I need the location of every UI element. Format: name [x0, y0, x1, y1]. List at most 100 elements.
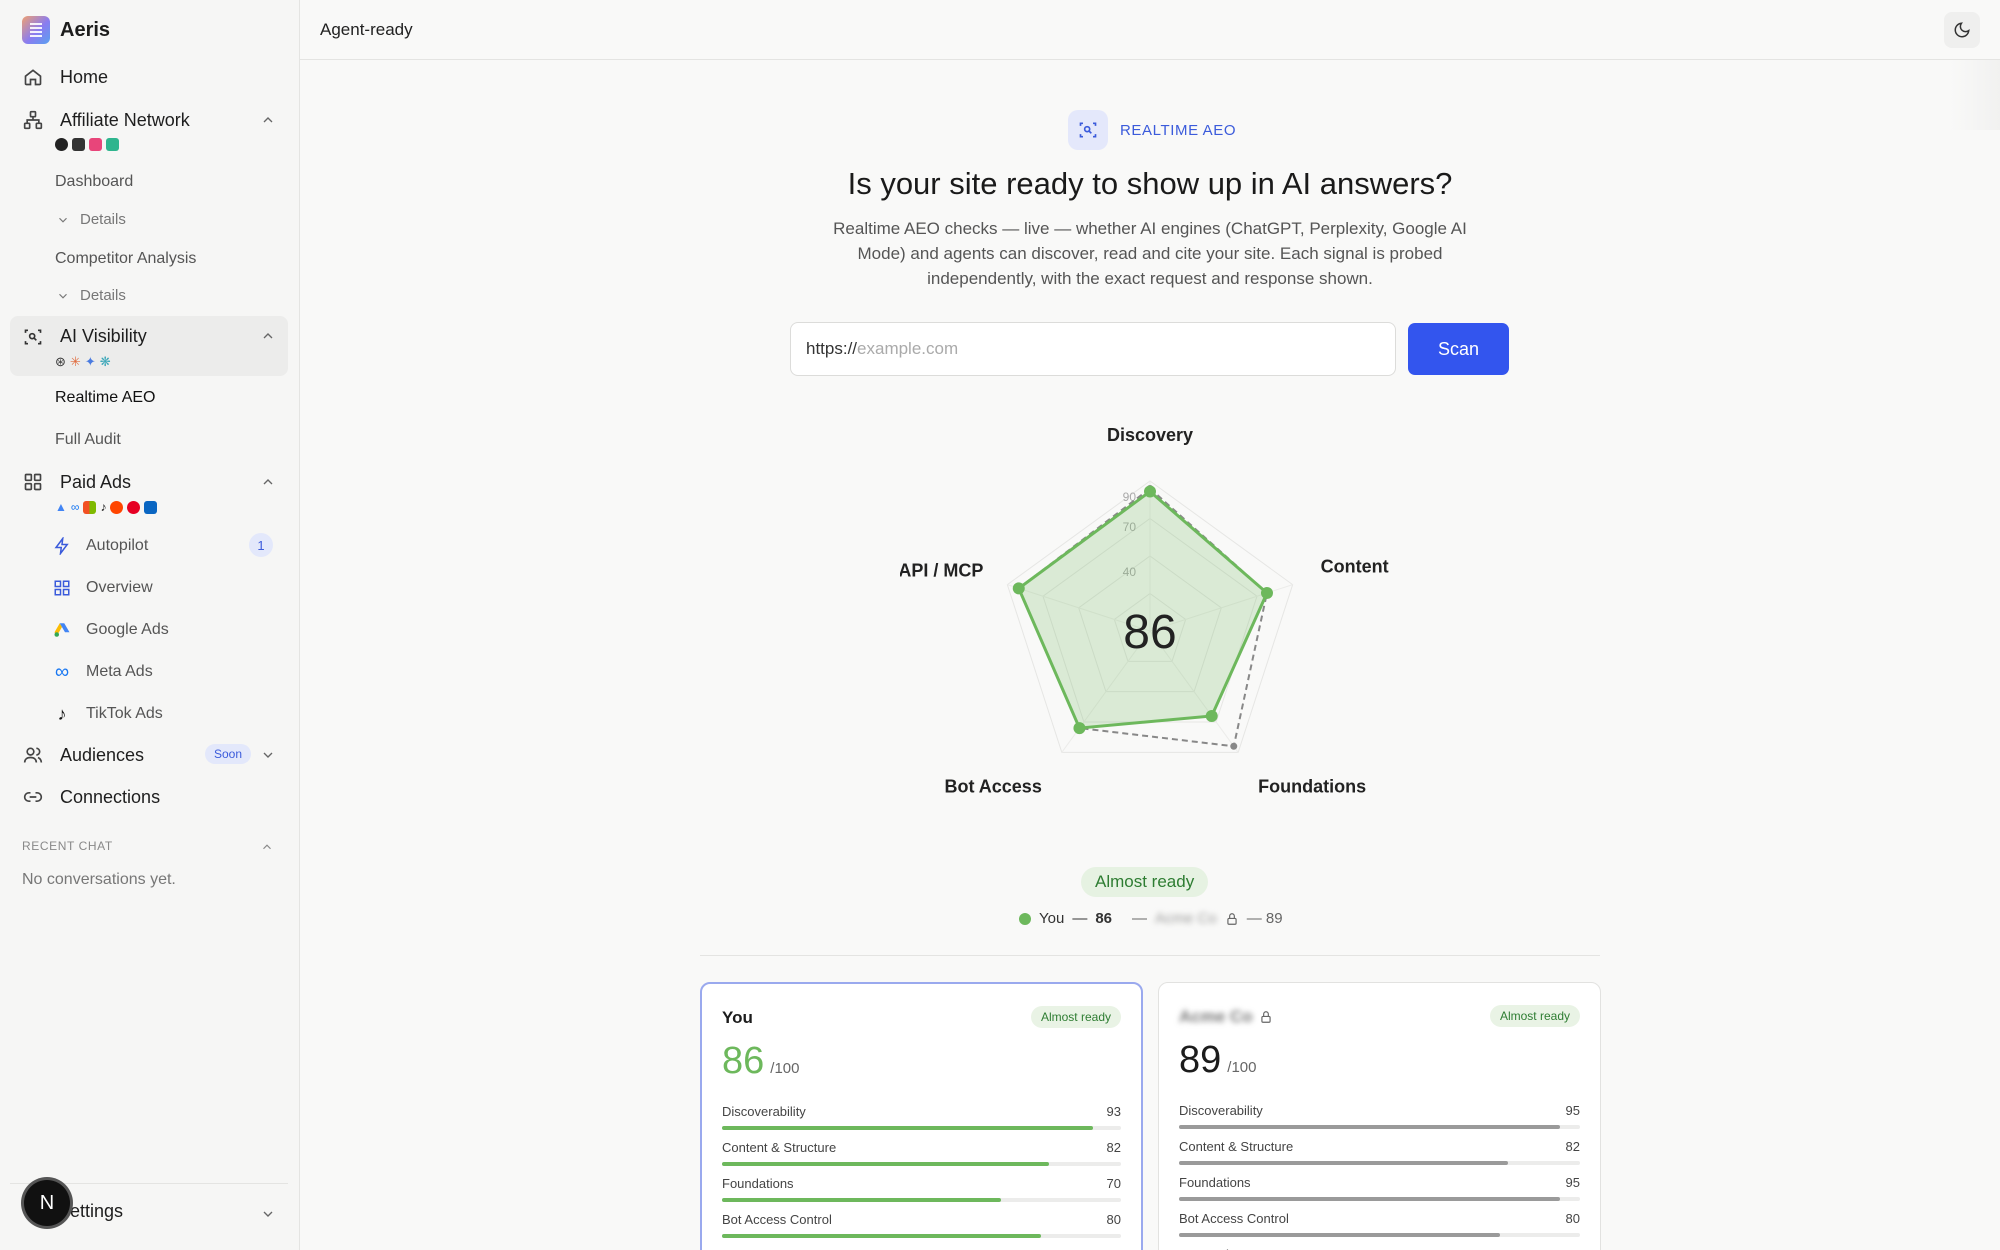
card-name-text: You [722, 1008, 753, 1027]
card-name-text: Acme Co [1179, 1007, 1253, 1026]
metric-label: Discoverability [1179, 1103, 1263, 1118]
metric-row: Foundations 95 [1179, 1175, 1580, 1201]
theme-toggle-button[interactable] [1944, 12, 1980, 48]
sidebar-item-label: AI Visibility [60, 326, 147, 346]
metric-value: 80 [1565, 1211, 1580, 1226]
metric-value: 93 [1106, 1104, 1121, 1119]
score-out-of: /100 [770, 1060, 800, 1077]
sidebar-details-toggle[interactable]: Details [56, 287, 126, 304]
score-value: 89 [1179, 1039, 1222, 1081]
metric-label: Foundations [1179, 1175, 1251, 1190]
sidebar-subitem-meta-ads[interactable]: ∞ Meta Ads [52, 660, 153, 684]
metric-row: Content & Structure 82 [1179, 1139, 1580, 1165]
chevron-up-icon[interactable] [260, 840, 274, 854]
metric-row: Discoverability 93 [722, 1104, 1121, 1130]
score-card-you[interactable]: You Almost ready 86 /100 Discoverability… [700, 982, 1143, 1250]
sidebar-item-label: Paid Ads [60, 471, 132, 492]
scan-button[interactable]: Scan [1408, 323, 1509, 375]
sidebar: Aeris Home Affiliate Network Dashboard D… [0, 0, 300, 1250]
score-out-of: /100 [1227, 1059, 1257, 1076]
microsoft-icon [83, 500, 97, 514]
metric-label: Content & Structure [1179, 1139, 1294, 1154]
score-card-competitor[interactable]: Acme Co Almost ready 89 /100 Discoverabi… [1158, 982, 1601, 1250]
radar-axis-label: Bot Access [944, 776, 1041, 796]
url-input[interactable]: https:// example.com [790, 322, 1396, 376]
chevron-up-icon[interactable] [260, 474, 276, 490]
page-title: Agent-ready [320, 20, 413, 39]
metric-bar-track [722, 1126, 1121, 1130]
metric-bar-track [722, 1234, 1121, 1238]
hero-title: Is your site ready to show up in AI answ… [847, 166, 1453, 201]
details-label: Details [80, 211, 126, 228]
sidebar-subitem-overview[interactable]: Overview [52, 576, 153, 600]
sidebar-details-toggle[interactable]: Details [56, 211, 126, 228]
autopilot-count-badge: 1 [249, 533, 273, 557]
google-ads-icon [52, 620, 72, 640]
chevron-down-icon [59, 293, 67, 299]
metric-value: 82 [1565, 1139, 1580, 1154]
ai-engine-logos: ⊛ ✳ ✦ ❋ [55, 354, 111, 370]
metric-bar-fill [722, 1126, 1094, 1130]
metric-bar-track [1179, 1125, 1580, 1129]
metric-row: Content & Structure 82 [722, 1140, 1121, 1166]
chevron-down-icon[interactable] [260, 747, 276, 763]
score-legend: You — 86 — Acme Co — 89 [1019, 910, 1283, 927]
sidebar-subitem-competitor-analysis[interactable]: Competitor Analysis [55, 250, 196, 268]
metric-value: 80 [1106, 1212, 1121, 1227]
sidebar-item-paid-ads[interactable]: Paid Ads [10, 467, 288, 497]
ad-platform-logos: ▲ ∞ ♪ [55, 500, 158, 514]
chevron-up-icon[interactable] [260, 328, 276, 344]
metric-value: 70 [1106, 1176, 1121, 1191]
sidebar-subitem-realtime-aeo[interactable]: Realtime AEO [55, 389, 155, 407]
dev-tools-button[interactable]: N [24, 1180, 70, 1226]
radar-axis-label: Foundations [1258, 776, 1366, 796]
divider [700, 955, 1600, 956]
sidebar-subitem-autopilot[interactable]: Autopilot [52, 534, 282, 558]
metric-value: 95 [1565, 1175, 1580, 1190]
sidebar-item-affiliate-network[interactable]: Affiliate Network [10, 105, 288, 135]
metric-bar-track [1179, 1233, 1580, 1237]
sidebar-item-home[interactable]: Home [10, 62, 288, 92]
brand[interactable]: Aeris [22, 16, 110, 44]
network-logo-icon [55, 138, 68, 151]
metric-bar-fill [722, 1198, 1002, 1202]
scan-icon [1068, 110, 1108, 150]
metric-label: Discoverability [722, 1104, 806, 1119]
network-logo-icon [89, 138, 102, 151]
perplexity-icon: ❋ [99, 354, 111, 369]
gemini-icon: ✦ [84, 354, 96, 369]
sidebar-subitem-dashboard[interactable]: Dashboard [55, 173, 133, 191]
radar-point-you [1012, 582, 1025, 595]
lock-icon [1227, 912, 1237, 925]
sidebar-subitem-full-audit[interactable]: Full Audit [55, 431, 121, 449]
url-prefix: https:// [806, 339, 858, 358]
sidebar-item-label: Google Ads [86, 621, 169, 638]
hero-tag: REALTIME AEO [1068, 110, 1236, 150]
radar-axis-label: API / MCP [900, 561, 983, 581]
chevron-down-icon[interactable] [260, 1206, 276, 1222]
sidebar-subitem-google-ads[interactable]: Google Ads [52, 618, 169, 642]
radar-axis-label: Discovery [1107, 425, 1193, 445]
sidebar-item-connections[interactable]: Connections [10, 782, 288, 812]
score-value: 86 [722, 1040, 765, 1082]
legend-dash: — [1072, 910, 1088, 927]
hero-tag-label: REALTIME AEO [1120, 121, 1237, 139]
metric-label: Bot Access Control [1179, 1211, 1289, 1226]
metric-value: 82 [1106, 1140, 1121, 1155]
home-icon [22, 66, 44, 88]
you-legend-score: 86 [1095, 910, 1112, 927]
topbar: Agent-ready [300, 0, 2000, 60]
chevron-up-icon[interactable] [260, 112, 276, 128]
radar-point-you [1205, 709, 1218, 722]
meta-icon: ∞ [70, 500, 80, 514]
metric-bar-fill [722, 1234, 1042, 1238]
radar-center-score: 86 [1123, 606, 1176, 659]
tiktok-icon: ♪ [57, 703, 67, 724]
sidebar-item-label: Autopilot [86, 537, 149, 554]
card-score: 86 /100 [722, 1040, 799, 1083]
sidebar-item-ai-visibility[interactable]: AI Visibility [10, 316, 288, 376]
sidebar-item-label: Overview [86, 579, 153, 596]
network-icon [22, 109, 44, 131]
sidebar-subitem-tiktok-ads[interactable]: ♪ TikTok Ads [52, 702, 163, 726]
soon-badge: Soon [204, 744, 251, 764]
